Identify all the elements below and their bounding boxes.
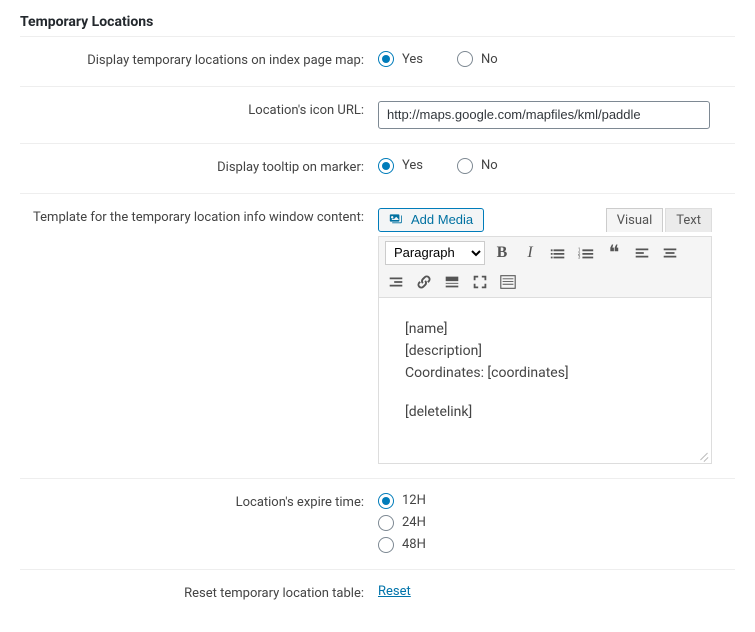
align-right-button[interactable] xyxy=(385,271,407,293)
resize-handle-icon[interactable] xyxy=(697,449,709,461)
template-line-description: [description] xyxy=(405,340,685,362)
label-expire: Location's expire time: xyxy=(20,493,378,514)
bold-button[interactable]: B xyxy=(491,242,513,264)
row-icon-url: Location's icon URL: xyxy=(20,86,735,143)
radio-input-tooltip-no[interactable] xyxy=(457,158,473,174)
italic-button[interactable]: I xyxy=(519,242,541,264)
radio-input-expire-12h[interactable] xyxy=(378,493,394,509)
radio-input-expire-48h[interactable] xyxy=(378,537,394,553)
format-select[interactable]: Paragraph xyxy=(385,241,485,265)
row-expire: Location's expire time: 12H 24H 48H xyxy=(20,478,735,569)
align-center-button[interactable] xyxy=(659,242,681,264)
align-left-button[interactable] xyxy=(631,242,653,264)
label-tooltip: Display tooltip on marker: xyxy=(20,158,378,179)
svg-text:3: 3 xyxy=(578,254,581,260)
radio-display-map-no[interactable]: No xyxy=(457,51,498,67)
row-display-map: Display temporary locations on index pag… xyxy=(20,37,735,86)
template-line-coordinates: Coordinates: [coordinates] xyxy=(405,362,685,384)
radio-tooltip-no[interactable]: No xyxy=(457,158,498,174)
label-reset: Reset temporary location table: xyxy=(20,584,378,605)
media-icon xyxy=(389,212,405,228)
row-template: Template for the temporary location info… xyxy=(20,193,735,478)
add-media-label: Add Media xyxy=(411,212,473,227)
radio-expire-48h[interactable]: 48H xyxy=(378,537,735,553)
link-button[interactable] xyxy=(413,271,435,293)
template-line-name: [name] xyxy=(405,318,685,340)
editor-toolbar: Paragraph B I 123 ❝ xyxy=(378,236,712,298)
radio-tooltip-yes[interactable]: Yes xyxy=(378,158,423,174)
editor-content[interactable]: [name] [description] Coordinates: [coord… xyxy=(378,298,712,464)
radio-label-display-yes: Yes xyxy=(402,52,423,67)
radio-display-map-yes[interactable]: Yes xyxy=(378,51,423,67)
tab-visual[interactable]: Visual xyxy=(606,208,664,232)
fullscreen-button[interactable] xyxy=(469,271,491,293)
radio-label-expire-24h: 24H xyxy=(402,515,426,530)
radio-input-display-yes[interactable] xyxy=(378,51,394,67)
radio-input-tooltip-yes[interactable] xyxy=(378,158,394,174)
radio-label-expire-12h: 12H xyxy=(402,493,426,508)
template-line-deletelink: [deletelink] xyxy=(405,401,685,423)
radio-input-display-no[interactable] xyxy=(457,51,473,67)
radio-expire-12h[interactable]: 12H xyxy=(378,493,735,509)
blockquote-button[interactable]: ❝ xyxy=(603,242,625,264)
row-tooltip: Display tooltip on marker: Yes No xyxy=(20,143,735,193)
radio-expire-24h[interactable]: 24H xyxy=(378,515,735,531)
label-icon-url: Location's icon URL: xyxy=(20,101,378,122)
numbered-list-button[interactable]: 123 xyxy=(575,242,597,264)
toolbar-toggle-button[interactable] xyxy=(497,271,519,293)
row-reset: Reset temporary location table: Reset xyxy=(20,569,735,619)
reset-link[interactable]: Reset xyxy=(378,584,735,599)
section-title: Temporary Locations xyxy=(20,14,735,30)
bullet-list-button[interactable] xyxy=(547,242,569,264)
input-icon-url[interactable] xyxy=(378,101,710,129)
label-display-map: Display temporary locations on index pag… xyxy=(20,51,378,72)
radio-label-tooltip-yes: Yes xyxy=(402,158,423,173)
radio-input-expire-24h[interactable] xyxy=(378,515,394,531)
tab-text[interactable]: Text xyxy=(665,208,712,232)
add-media-button[interactable]: Add Media xyxy=(378,208,484,232)
radio-label-expire-48h: 48H xyxy=(402,537,426,552)
radio-label-display-no: No xyxy=(481,52,498,67)
wysiwyg-editor: Add Media Visual Text Paragraph B I 123 xyxy=(378,208,712,464)
label-template: Template for the temporary location info… xyxy=(20,208,378,229)
insert-more-button[interactable] xyxy=(441,271,463,293)
radio-label-tooltip-no: No xyxy=(481,158,498,173)
